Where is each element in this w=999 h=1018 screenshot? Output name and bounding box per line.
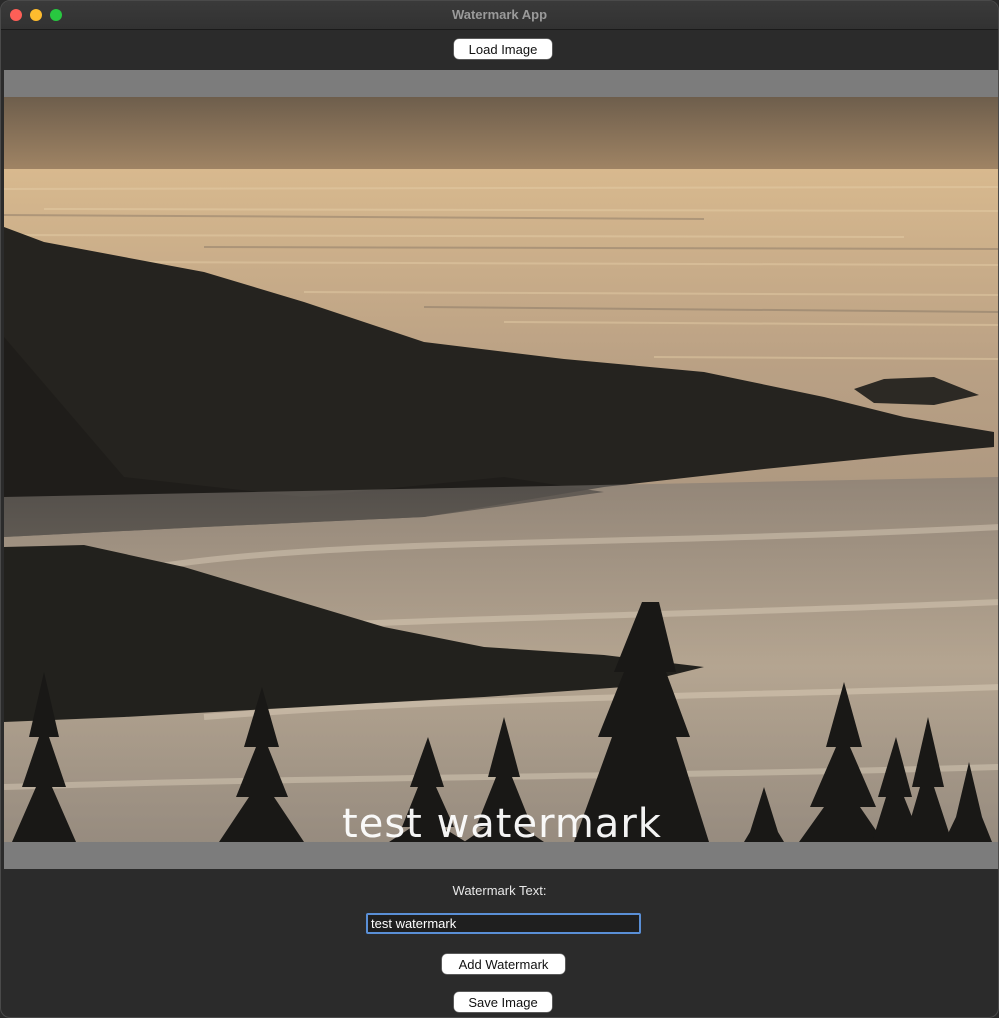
window-title: Watermark App: [451, 7, 548, 22]
image-canvas: test watermark: [4, 70, 998, 869]
title-bar[interactable]: Watermark App: [1, 1, 998, 30]
app-window: Watermark App Load Image test watermark …: [0, 0, 999, 1018]
watermark-overlay: test watermark: [342, 801, 662, 842]
add-watermark-button[interactable]: Add Watermark: [442, 954, 565, 974]
loaded-image: test watermark: [4, 97, 998, 842]
save-image-button[interactable]: Save Image: [454, 992, 552, 1012]
load-image-button[interactable]: Load Image: [454, 39, 552, 59]
watermark-text-label: Watermark Text:: [452, 883, 547, 898]
watermark-text-input[interactable]: [366, 913, 641, 934]
